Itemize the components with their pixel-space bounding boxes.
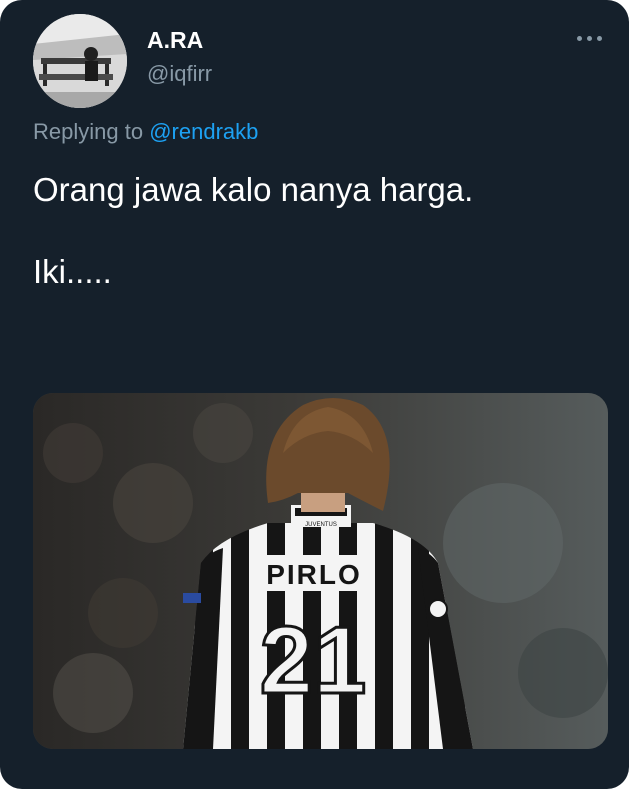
tweet-text-line-2: Iki..... [33,253,112,290]
mention-link[interactable]: @rendrakb [149,119,258,144]
replying-to: Replying to @rendrakb [33,118,258,146]
jersey-number: 21 [260,607,367,714]
jersey-club-text: JUVENTUS [305,522,337,528]
avatar-image [33,14,127,108]
more-horizontal-icon [576,35,602,41]
replying-to-label: Replying to [33,119,144,144]
user-handle[interactable]: @iqfirr [147,60,212,88]
jersey-name: PIRLO [266,559,362,590]
display-name[interactable]: A.RA [147,26,203,54]
avatar[interactable] [33,14,127,108]
tweet-card: A.RA @iqfirr Replying to @rendrakb Orang… [0,0,629,789]
more-options-button[interactable] [571,28,607,48]
tweet-media-photo[interactable]: PIRLO 21 JUVENTUS [33,393,608,749]
tweet-text-line-1: Orang jawa kalo nanya harga. [33,171,474,208]
player-photo: PIRLO 21 JUVENTUS [33,393,608,749]
